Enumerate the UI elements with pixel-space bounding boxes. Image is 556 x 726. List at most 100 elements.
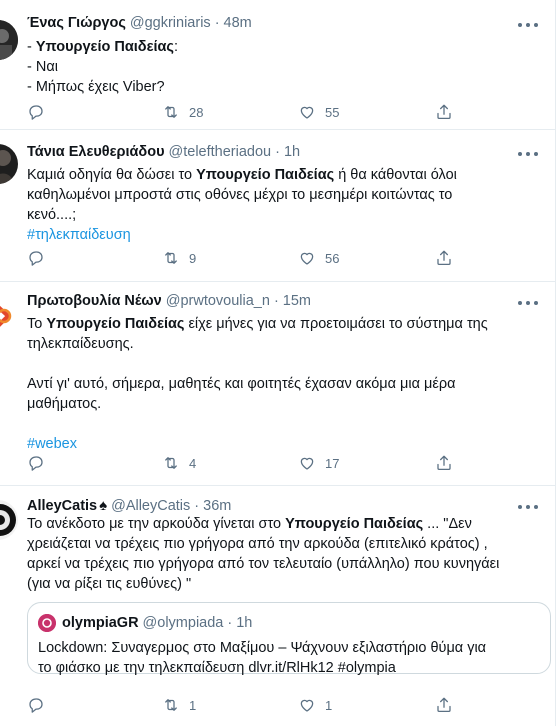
author-name[interactable]: Πρωτοβουλία Νέων [27, 293, 162, 309]
tweet-line: το φιάσκο με την τηλεκπαίδευση dlvr.it/R… [38, 660, 396, 676]
avatar-image-icon [0, 500, 18, 540]
tweet-line: Το Υπουργείο Παιδείας είχε μήνες για να … [27, 316, 488, 332]
tweet[interactable]: Ένας Γιώργος @ggkriniaris · 48m - Υπουργ… [0, 0, 555, 130]
tweet-actions: 28 55 [27, 103, 457, 123]
tweet-line: Lockdown: Συναγερμος στο Μαξίμου – Ψάχνο… [38, 640, 487, 656]
retweet-count: 9 [189, 250, 197, 266]
author-handle[interactable]: @ggkriniaris [130, 15, 211, 31]
reply-button[interactable] [27, 454, 45, 472]
tweet-line: Καμιά οδηγία θα δώσει το Υπουργείο Παιδε… [27, 167, 457, 183]
avatar-image-icon [0, 144, 18, 184]
tweet-time[interactable]: 15m [283, 293, 311, 309]
hashtag-link[interactable]: #τηλεκπαίδευση [27, 225, 527, 245]
heart-icon [300, 252, 314, 265]
author-name[interactable]: AlleyCatis [27, 498, 97, 514]
more-options-icon[interactable] [518, 149, 538, 159]
avatar-image-icon [0, 20, 18, 60]
hashtag-link[interactable]: #webex [27, 434, 527, 454]
mention-highlight: Υπουργείο Παιδείας [285, 516, 424, 532]
tweet-line: Αντί γι' αυτό, σήμερα, μαθητές και φοιτη… [27, 376, 456, 392]
retweet-icon [165, 457, 177, 469]
tweet-text: Το Υπουργείο Παιδείας είχε μήνες για να … [27, 314, 527, 454]
more-options-icon[interactable] [518, 502, 538, 512]
share-button[interactable] [435, 249, 453, 267]
reply-icon [29, 456, 43, 471]
retweet-icon [165, 106, 177, 118]
share-button[interactable] [435, 454, 453, 472]
retweet-button[interactable]: 4 [162, 454, 196, 472]
share-icon [437, 455, 451, 471]
reply-button[interactable] [27, 103, 45, 121]
reply-icon [29, 251, 43, 266]
separator-dot: · [273, 293, 279, 309]
mention-highlight: Υπουργείο Παιδείας [46, 316, 185, 332]
tweet-line: Το ανέκδοτο με την αρκούδα γίνεται στο Υ… [27, 516, 472, 532]
avatar[interactable] [0, 20, 18, 60]
avatar[interactable] [0, 500, 18, 540]
avatar[interactable] [0, 296, 18, 336]
share-button[interactable] [435, 103, 453, 121]
separator-dot: · [214, 15, 220, 31]
tweet-line: - Μήπως έχεις Viber? [27, 79, 165, 95]
tweet-line: χρειάζεται να τρέχεις πιο γρήγορα από τη… [27, 536, 488, 552]
avatar[interactable] [0, 144, 18, 184]
tweet-line: - Υπουργείο Παιδείας: [27, 39, 178, 55]
like-button[interactable]: 17 [298, 454, 339, 472]
tweet-line: - Ναι [27, 59, 58, 75]
retweet-button[interactable]: 1 [162, 696, 196, 714]
retweet-count: 28 [189, 104, 204, 120]
tweet[interactable]: Τάνια Ελευθεριάδου @teleftheriadou · 1h … [0, 130, 555, 282]
like-button[interactable]: 1 [298, 696, 332, 714]
tweet-line: τηλεκπαίδευσης. [27, 336, 134, 352]
retweet-count: 4 [189, 455, 197, 471]
share-icon [437, 697, 451, 713]
author-handle[interactable]: @AlleyCatis [111, 498, 190, 514]
author-name[interactable]: Ένας Γιώργος [27, 15, 126, 31]
tweet-text: - Υπουργείο Παιδείας: - Ναι - Μήπως έχει… [27, 37, 527, 97]
like-count: 17 [325, 455, 340, 471]
retweet-button[interactable]: 9 [162, 249, 196, 267]
tweet-header: Ένας Γιώργος @ggkriniaris · 48m [27, 15, 252, 31]
tweet-time[interactable]: 36m [203, 498, 231, 514]
tweet-time[interactable]: 1h [284, 144, 300, 160]
tweet-text: Καμιά οδηγία θα δώσει το Υπουργείο Παιδε… [27, 165, 527, 245]
like-count: 1 [325, 697, 333, 713]
spade-badge-icon: ♠ [99, 497, 108, 514]
heart-icon [300, 457, 314, 470]
tweet-line: (για να ρίξει τις ευθύνες) " [27, 576, 192, 592]
mention-highlight: Υπουργείο Παιδείας [35, 39, 174, 55]
quoted-tweet[interactable]: olympiaGR @olympiada · 1h Lockdown: Συνα… [27, 602, 551, 676]
tweet-text: Το ανέκδοτο με την αρκούδα γίνεται στο Υ… [27, 514, 552, 594]
reply-button[interactable] [27, 696, 45, 714]
separator-dot: · [194, 498, 200, 514]
tweet-line: αρκεί να τρέχεις πιο γρήγορα από τον τελ… [27, 556, 500, 572]
retweet-icon [165, 699, 177, 711]
share-icon [437, 104, 451, 120]
retweet-count: 1 [189, 697, 197, 713]
share-button[interactable] [435, 696, 453, 714]
tweet[interactable]: AlleyCatis ♠ @AlleyCatis · 36m Το ανέκδο… [0, 486, 555, 726]
author-name[interactable]: Τάνια Ελευθεριάδου [27, 144, 165, 160]
tweet-line: καθηλωμένοι μπροστά στις οθόνες μέχρι το… [27, 187, 453, 203]
reply-button[interactable] [27, 249, 45, 267]
reply-icon [29, 698, 43, 713]
more-options-icon[interactable] [518, 298, 538, 308]
quoted-author-name: olympiaGR [62, 615, 139, 631]
tweet[interactable]: Πρωτοβουλία Νέων @prwtovoulia_n · 15m Το… [0, 282, 555, 486]
tweet-line: κενό....; [27, 207, 77, 223]
like-button[interactable]: 56 [298, 249, 339, 267]
retweet-button[interactable]: 28 [162, 103, 203, 121]
more-options-icon[interactable] [518, 20, 538, 30]
quoted-tweet-header: olympiaGR @olympiada · 1h [38, 614, 252, 632]
separator-dot: · [275, 144, 280, 160]
like-button[interactable]: 55 [298, 103, 339, 121]
author-handle[interactable]: @prwtovoulia_n [166, 293, 270, 309]
tweet-time[interactable]: 48m [224, 15, 252, 31]
reply-icon [29, 105, 43, 120]
author-handle[interactable]: @teleftheriadou [169, 144, 272, 160]
share-icon [437, 250, 451, 266]
separator-dot: · [227, 615, 233, 631]
tweet-header: AlleyCatis ♠ @AlleyCatis · 36m [27, 497, 231, 514]
tweet-actions: 4 17 [27, 454, 457, 474]
